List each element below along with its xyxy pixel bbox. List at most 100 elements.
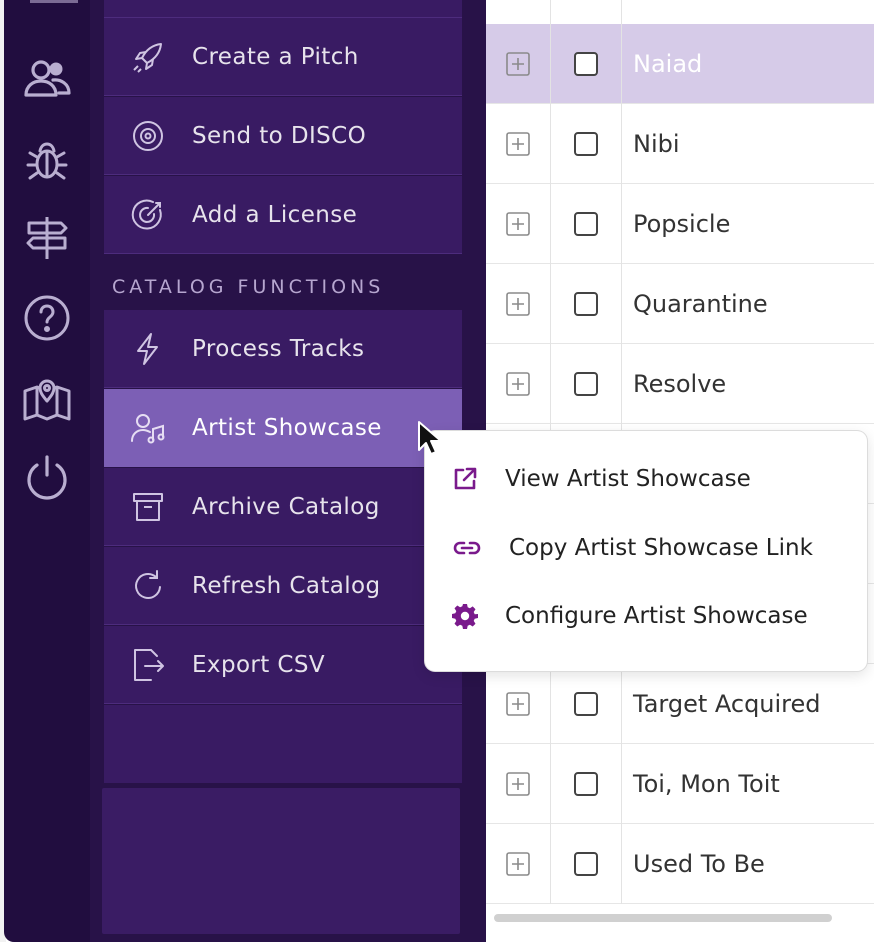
track-name: Naiad <box>633 49 703 78</box>
row-checkbox[interactable] <box>574 51 598 76</box>
app-root: Create a Pitch Send to DISCO Add a Licen… <box>0 0 874 942</box>
table-row[interactable]: Toi, Mon Toit <box>486 743 874 824</box>
menu-item-label: Process Tracks <box>192 335 365 362</box>
popup-item-label: Configure Artist Showcase <box>505 603 808 629</box>
expand-plus-icon[interactable] <box>505 371 531 397</box>
menu-item-label: Artist Showcase <box>192 414 382 441</box>
row-checkbox[interactable] <box>574 291 598 316</box>
help-icon[interactable] <box>4 286 90 350</box>
header-cell <box>551 0 622 24</box>
table-header-row <box>486 0 874 25</box>
row-checkbox[interactable] <box>574 211 598 236</box>
rail-divider <box>30 0 78 3</box>
row-checkbox[interactable] <box>574 851 598 876</box>
popup-item-label: Copy Artist Showcase Link <box>509 535 813 561</box>
view-artist-showcase-option[interactable]: View Artist Showcase <box>425 451 867 507</box>
icon-rail <box>4 0 90 942</box>
menu-item-archive-catalog[interactable]: Archive Catalog <box>104 468 462 546</box>
bug-icon[interactable] <box>4 128 90 192</box>
expand-plus-icon[interactable] <box>505 691 531 717</box>
checkbox-cell <box>551 103 622 184</box>
signpost-icon[interactable] <box>4 206 90 270</box>
bolt-icon <box>104 330 192 368</box>
menu-item-label: Archive Catalog <box>192 493 380 520</box>
map-icon[interactable] <box>4 366 90 430</box>
track-name: Toi, Mon Toit <box>633 769 780 798</box>
section-title-catalog-functions: CATALOG FUNCTIONS <box>112 276 385 298</box>
expand-cell <box>486 743 551 824</box>
copy-artist-showcase-link-option[interactable]: Copy Artist Showcase Link <box>425 520 867 576</box>
track-name: Target Acquired <box>633 689 821 718</box>
track-name: Resolve <box>633 369 727 398</box>
menu-item-send-disco[interactable]: Send to DISCO <box>104 97 462 175</box>
table-row[interactable]: Quarantine <box>486 263 874 344</box>
refresh-icon <box>104 567 192 605</box>
menu-item-label: Refresh Catalog <box>192 572 381 599</box>
header-cell <box>486 0 551 24</box>
menu-item-process-tracks[interactable]: Process Tracks <box>104 310 462 388</box>
expand-cell <box>486 823 551 904</box>
menu-item-label: Create a Pitch <box>192 43 359 70</box>
checkbox-cell <box>551 263 622 344</box>
menu-bottom-area <box>102 788 460 934</box>
menu-item-refresh-catalog[interactable]: Refresh Catalog <box>104 547 462 625</box>
expand-plus-icon[interactable] <box>505 51 531 77</box>
power-icon[interactable] <box>4 444 90 508</box>
table-row[interactable]: Popsicle <box>486 183 874 264</box>
menu-item-label: Export CSV <box>192 651 325 678</box>
menu-item-add-license[interactable]: Add a License <box>104 176 462 254</box>
track-name: Popsicle <box>633 209 731 238</box>
checkbox-cell <box>551 23 622 104</box>
table-row[interactable]: Naiad <box>486 23 874 104</box>
table-row[interactable]: Target Acquired <box>486 663 874 744</box>
popup-item-label: View Artist Showcase <box>505 466 751 492</box>
table-row[interactable]: Nibi <box>486 103 874 184</box>
expand-plus-icon[interactable] <box>505 211 531 237</box>
track-name: Used To Be <box>633 849 765 878</box>
horizontal-scrollbar[interactable] <box>494 914 832 922</box>
expand-cell <box>486 343 551 424</box>
menu-item-create-pitch[interactable]: Create a Pitch <box>104 18 462 96</box>
expand-cell <box>486 183 551 264</box>
configure-artist-showcase-option[interactable]: Configure Artist Showcase <box>425 588 867 644</box>
checkbox-cell <box>551 343 622 424</box>
expand-cell <box>486 23 551 104</box>
track-name: Nibi <box>633 129 680 158</box>
mouse-cursor-icon <box>418 421 441 455</box>
export-icon <box>104 646 192 684</box>
checkbox-cell <box>551 183 622 264</box>
expand-cell <box>486 263 551 344</box>
menu-item-partial[interactable] <box>104 0 462 18</box>
target-icon <box>104 196 192 234</box>
table-row[interactable]: Used To Be <box>486 823 874 904</box>
external-link-icon <box>425 465 505 493</box>
row-checkbox[interactable] <box>574 691 598 716</box>
row-checkbox[interactable] <box>574 771 598 796</box>
row-checkbox[interactable] <box>574 371 598 396</box>
expand-cell <box>486 103 551 184</box>
gear-icon <box>425 602 505 630</box>
menu-item-artist-showcase[interactable]: Artist Showcase <box>104 389 462 467</box>
disc-icon <box>104 117 192 155</box>
rocket-icon <box>104 38 192 76</box>
users-icon[interactable] <box>4 48 90 112</box>
menu-item-export-csv[interactable]: Export CSV <box>104 626 462 704</box>
checkbox-cell <box>551 743 622 824</box>
menu-empty-slot <box>104 705 462 783</box>
row-checkbox[interactable] <box>574 131 598 156</box>
link-icon <box>425 534 509 562</box>
checkbox-cell <box>551 663 622 744</box>
artist-music-icon <box>104 409 192 447</box>
archive-icon <box>104 488 192 526</box>
expand-plus-icon[interactable] <box>505 291 531 317</box>
checkbox-cell <box>551 823 622 904</box>
expand-plus-icon[interactable] <box>505 131 531 157</box>
expand-plus-icon[interactable] <box>505 771 531 797</box>
table-row[interactable]: Resolve <box>486 343 874 424</box>
menu-item-label: Send to DISCO <box>192 122 367 149</box>
menu-item-label: Add a License <box>192 201 358 228</box>
expand-cell <box>486 663 551 744</box>
expand-plus-icon[interactable] <box>505 851 531 877</box>
track-name: Quarantine <box>633 289 768 318</box>
artist-showcase-popup: View Artist Showcase Copy Artist Showcas… <box>425 431 867 671</box>
